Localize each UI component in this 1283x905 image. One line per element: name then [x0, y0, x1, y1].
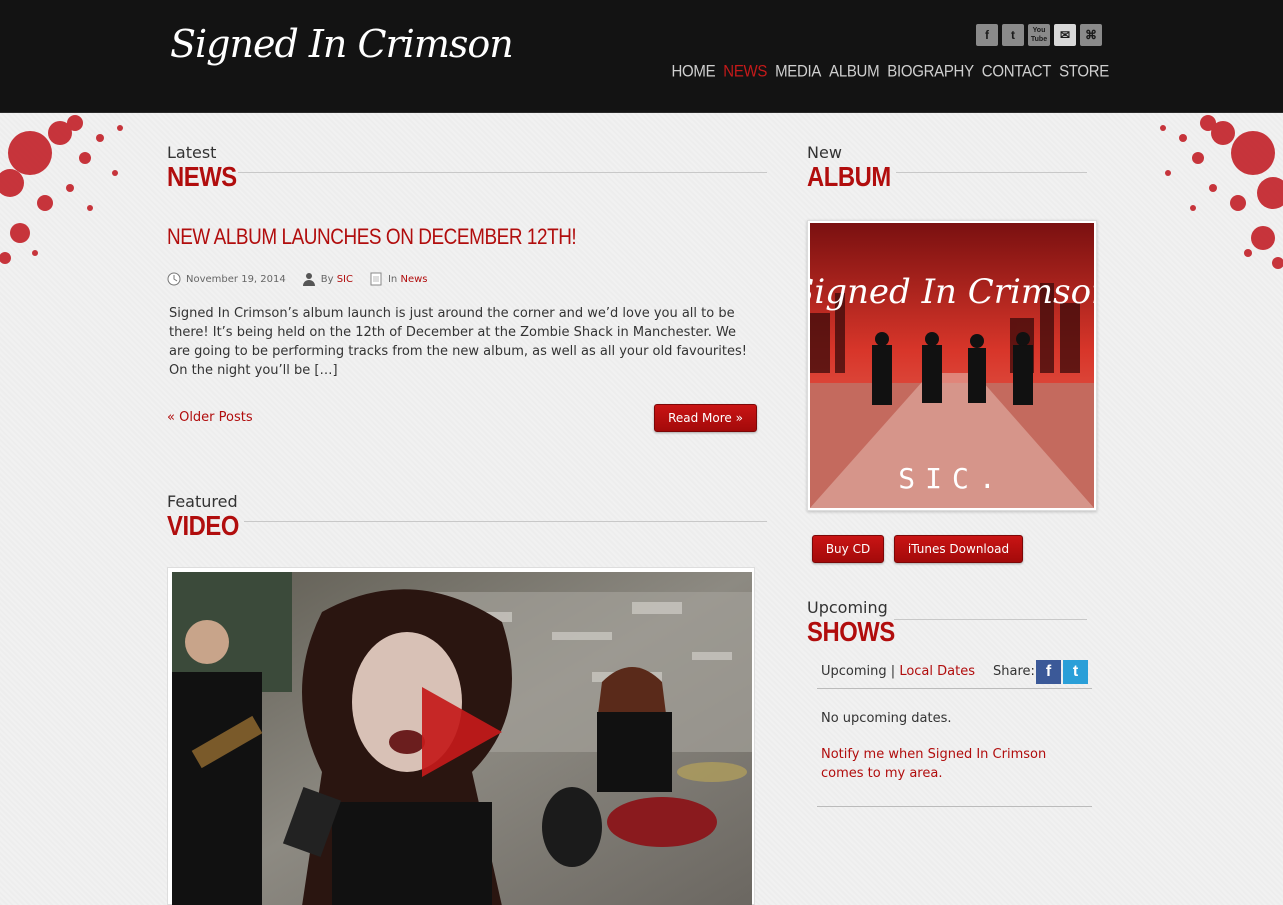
featured-video[interactable] — [167, 567, 755, 905]
album-cover-subtitle: SIC. — [898, 462, 1005, 495]
nav-home[interactable]: HOME — [671, 62, 715, 81]
tab-local-dates[interactable]: Local Dates — [899, 664, 975, 679]
tab-separator: | — [890, 664, 896, 679]
nav-biography[interactable]: BIOGRAPHY — [887, 62, 974, 81]
nav-media[interactable]: MEDIA — [775, 62, 821, 81]
nav-store[interactable]: STORE — [1059, 62, 1109, 81]
mail-icon[interactable]: ✉ — [1054, 24, 1076, 46]
album-title: ALBUM — [807, 161, 891, 192]
facebook-share-icon[interactable]: f — [1036, 660, 1061, 684]
post-date: November 19, 2014 — [186, 273, 286, 285]
share-label: Share: — [993, 664, 1035, 679]
play-icon[interactable] — [422, 687, 502, 777]
shows-heading: Upcoming SHOWS — [807, 599, 910, 647]
facebook-icon[interactable]: f — [976, 24, 998, 46]
nav-album[interactable]: ALBUM — [829, 62, 879, 81]
news-title: NEWS — [167, 161, 237, 192]
shows-title: SHOWS — [807, 616, 895, 647]
older-posts-link[interactable]: « Older Posts — [167, 410, 253, 425]
post-excerpt: Signed In Crimson’s album launch is just… — [169, 306, 747, 378]
nav-news[interactable]: NEWS — [723, 62, 767, 81]
post-in-label: In — [387, 273, 398, 285]
shows-divider-bottom — [817, 806, 1092, 807]
notify-me-link[interactable]: Notify me when Signed In Crimson comes t… — [821, 745, 1086, 783]
main-nav: HOME NEWS MEDIA ALBUM BIOGRAPHY CONTACT … — [671, 62, 1109, 81]
post-author[interactable]: SIC — [337, 274, 353, 285]
no-upcoming-dates: No upcoming dates. — [821, 711, 952, 726]
album-kicker: New — [807, 143, 842, 162]
blood-splatter-right — [1160, 115, 1283, 269]
post-meta: November 19, 2014 By SIC In News — [167, 272, 444, 286]
clock-icon — [167, 272, 181, 286]
nav-contact[interactable]: CONTACT — [982, 62, 1052, 81]
buy-cd-button[interactable]: Buy CD — [812, 535, 884, 563]
itunes-download-button[interactable]: iTunes Download — [894, 535, 1023, 563]
blood-splatter-left — [0, 115, 123, 264]
document-icon — [370, 272, 382, 286]
video-title: VIDEO — [167, 510, 239, 541]
video-heading: Featured VIDEO — [167, 493, 252, 541]
user-icon — [302, 273, 315, 286]
album-heading: New ALBUM — [807, 144, 906, 192]
twitter-icon[interactable]: t — [1002, 24, 1024, 46]
post-category[interactable]: News — [400, 274, 427, 285]
post-title[interactable]: NEW ALBUM LAUNCHES ON DECEMBER 12TH! — [167, 224, 577, 250]
video-kicker: Featured — [167, 492, 238, 511]
album-cover[interactable]: Signed In Crimson SIC. — [807, 220, 1097, 511]
news-heading: Latest NEWS — [167, 144, 249, 192]
shows-kicker: Upcoming — [807, 598, 888, 617]
read-more-button[interactable]: Read More » — [654, 404, 757, 432]
tab-upcoming[interactable]: Upcoming — [821, 664, 887, 679]
post-by-label: By — [320, 273, 334, 285]
album-cover-art: Signed In Crimson SIC. — [810, 223, 1094, 508]
album-cover-title: Signed In Crimson — [810, 272, 1094, 312]
shows-toolbar: Upcoming | Local Dates Share: f t — [817, 659, 1092, 689]
social-links: f t You Tube ✉ ⌘ — [976, 24, 1102, 46]
rss-icon[interactable]: ⌘ — [1080, 24, 1102, 46]
site-logo[interactable]: Signed In Crimson — [170, 22, 514, 66]
twitter-share-icon[interactable]: t — [1063, 660, 1088, 684]
news-kicker: Latest — [167, 143, 217, 162]
youtube-icon[interactable]: You Tube — [1028, 24, 1050, 46]
site-header: Signed In Crimson f t You Tube ✉ ⌘ HOME … — [0, 0, 1283, 113]
